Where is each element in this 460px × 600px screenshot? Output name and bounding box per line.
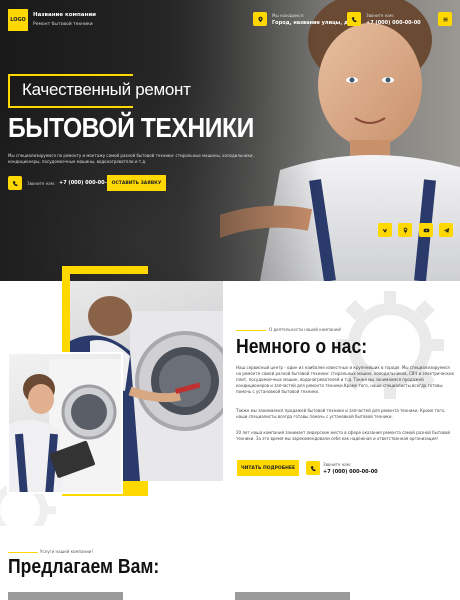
read-more-button[interactable]: ЧИТАТЬ ПОДРОБНЕЕ [237,460,299,476]
service-card[interactable] [235,592,350,600]
about-phone-icon [306,461,320,475]
service-card[interactable] [8,592,123,600]
phone-icon [347,12,361,26]
about-phone-label: Звоните нам: [323,462,352,467]
order-button[interactable]: ОСТАВИТЬ ЗАЯВКУ [107,175,166,191]
hero-call-value[interactable]: +7 (000) 000-00-00 [59,180,114,186]
phone-label: Звоните нам: [366,13,395,18]
vk-icon[interactable] [378,223,392,237]
photo-accent [123,481,148,494]
telegram-icon[interactable] [439,223,453,237]
about-title: Немного о нас: [236,336,368,358]
services-kicker: Услуги нашей компании! [40,549,93,554]
company-name: Название компании [33,12,97,18]
hero-call-label: Звоните нам: [27,181,56,186]
about-kicker-line [236,330,266,331]
phone-value[interactable]: +7 (000) 000-00-00 [366,20,421,26]
hero-section: LOGO Название компании Ремонт бытовой те… [0,0,460,281]
menu-button[interactable] [438,12,452,26]
about-paragraph-3: 20 лет наша компания занимает лидерские … [236,430,450,441]
location-icon [253,12,267,26]
services-kicker-line [8,552,38,553]
services-title: Предлагаем Вам: [8,556,160,578]
company-subtitle: Ремонт бытовой техники [33,22,93,27]
technician-tablet-photo [7,352,123,494]
youtube-icon[interactable] [419,223,433,237]
hero-title-line1: Качественный ремонт [22,80,191,99]
about-paragraph-1: Наш сервисный центр - один из наиболее и… [236,365,454,394]
ok-icon[interactable] [398,223,412,237]
hero-description: Мы специализируемся по ремонту и монтажу… [8,153,254,164]
logo[interactable]: LOGO [8,9,28,31]
top-bar: LOGO Название компании Ремонт бытовой те… [0,0,460,42]
hero-title-line2: БЫТОВОЙ ТЕХНИКИ [8,112,254,143]
about-phone-value[interactable]: +7 (000) 000-00-00 [323,469,378,475]
about-paragraph-2: Также мы занимаемся продажей бытовой тех… [236,408,446,419]
address-value: Город, название улицы, дом [272,20,356,26]
hero-phone-icon [8,176,22,190]
address-label: Мы находимся: [272,13,305,18]
hamburger-icon [442,17,448,21]
about-kicker: О деятельности нашей компании! [269,327,342,332]
